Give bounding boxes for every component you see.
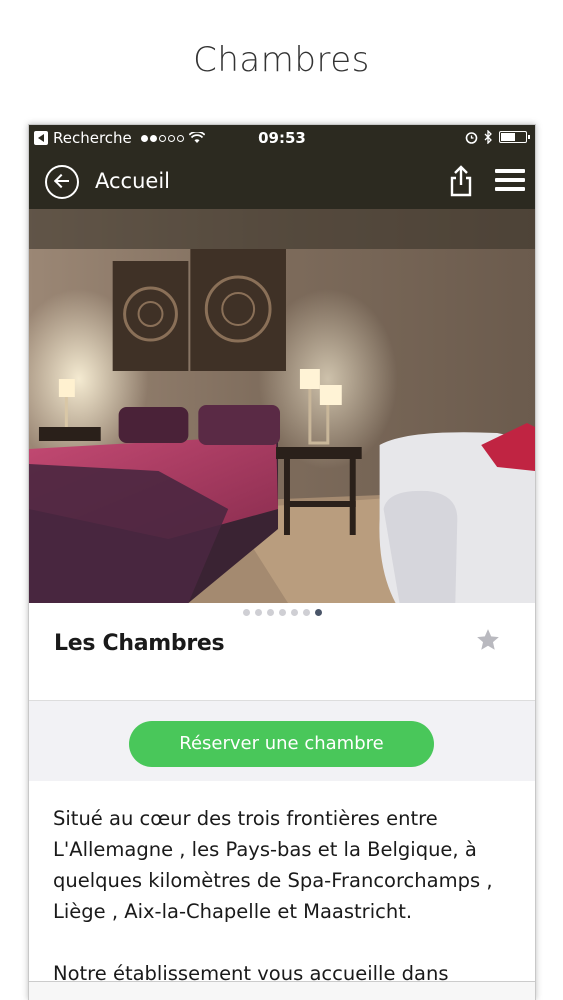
page-dot[interactable] [278,609,286,616]
page-dot[interactable] [254,609,262,616]
status-time: 09:53 [258,129,306,147]
status-bar: Recherche 09:53 [29,125,535,153]
navigation-bar: Accueil [29,153,535,209]
book-room-button[interactable]: Réserver une chambre [129,721,434,767]
gallery-page-indicator[interactable] [29,603,535,623]
back-label[interactable]: Accueil [95,169,170,193]
phone-screen: Recherche 09:53 Accueil Les Chambres Rés… [28,124,536,1000]
page-dot-active[interactable] [314,609,322,616]
tab-bar[interactable] [29,981,535,1000]
page-title: Chambres [193,40,370,80]
page-dot[interactable] [242,609,250,616]
room-content: Les Chambres [29,603,535,701]
back-arrow-icon[interactable] [45,165,79,199]
description-paragraph: Situé au cœur des trois frontières entre… [53,807,493,923]
alarm-clock-icon [465,131,478,144]
battery-icon [499,131,530,143]
bluetooth-icon [484,130,492,144]
share-icon[interactable] [449,165,473,197]
room-title: Les Chambres [54,631,225,656]
status-right [465,130,530,144]
room-photo[interactable] [29,209,535,603]
booking-section: Réserver une chambre [29,701,535,781]
title-row: Les Chambres [29,623,535,701]
page-dot[interactable] [266,609,274,616]
room-description: Situé au cœur des trois frontières entre… [29,781,535,1000]
menu-icon[interactable] [495,169,525,193]
page-dot[interactable] [290,609,298,616]
page-dot[interactable] [302,609,310,616]
favorite-star-icon[interactable] [475,627,501,653]
